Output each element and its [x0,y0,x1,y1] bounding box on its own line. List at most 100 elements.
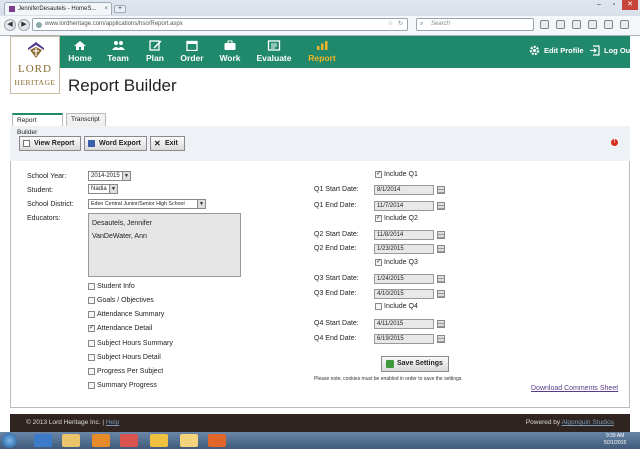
calendar-icon[interactable] [437,290,445,298]
educators-list[interactable]: Desautels, Jennifer VanDeWater, Ann [88,213,241,277]
minimize-icon[interactable]: – [592,0,606,10]
q2-end-date-input[interactable]: 1/23/2015 [374,244,434,254]
help-link[interactable]: Help [106,419,119,426]
page-footer: © 2013 Lord Heritage Inc. | Help Powered… [10,414,630,432]
internet-explorer-icon[interactable] [34,434,52,447]
info-icon[interactable]: ! [611,139,618,146]
lord-heritage-logo[interactable]: LORD HERITAGE [10,36,60,94]
back-icon[interactable]: ◀ [4,19,16,31]
messenger-icon[interactable] [150,434,168,447]
attendance-summary-checkbox[interactable] [88,311,95,318]
log-out-label: Log Out [604,46,633,55]
school-year-label: School Year: [27,173,67,180]
include-q2-checkbox[interactable]: ✓ [375,215,382,222]
file-explorer-icon[interactable] [62,434,80,447]
attendance-detail-checkbox[interactable]: ✓ [88,325,95,332]
q1-end-date-input[interactable]: 11/7/2014 [374,201,434,211]
word-export-button[interactable]: Word Export [84,136,147,151]
summary-progress-checkbox[interactable] [88,382,95,389]
student-select[interactable]: Nadia ▼ [88,184,118,194]
folder-icon[interactable] [180,434,198,447]
share-icon[interactable] [604,20,613,29]
tab-report-builder[interactable]: Report Builder [12,113,63,136]
q4-end-date-input[interactable]: 6/19/2015 [374,334,434,344]
calendar-icon[interactable] [437,320,445,328]
menu-icon[interactable] [620,20,629,29]
q4-end-label: Q4 End Date: [314,335,357,342]
close-window-icon[interactable]: ✕ [622,0,638,10]
search-input[interactable]: ⌕ Search [416,18,534,31]
document-icon [23,140,30,147]
logo-text-lord: LORD [18,63,52,75]
maximize-icon[interactable]: ▫ [607,0,621,10]
calendar-icon[interactable] [437,231,445,239]
word-export-label: Word Export [99,140,141,147]
media-player-icon[interactable] [92,434,110,447]
download-comments-sheet-link[interactable]: Download Comments Sheet [531,385,618,392]
exit-label: Exit [165,140,178,147]
team-icon [112,41,125,50]
edit-profile-link[interactable]: Edit Profile [529,45,584,56]
q2-start-date-input[interactable]: 11/8/2014 [374,230,434,240]
calendar-icon[interactable] [437,186,445,194]
student-info-checkbox[interactable] [88,283,95,290]
new-tab-button[interactable]: + [114,5,126,13]
home-icon [74,41,86,50]
chrome-icon[interactable] [120,434,138,447]
forward-icon[interactable]: ▶ [18,19,30,31]
school-year-select[interactable]: 2014-2015 ▼ [88,171,131,181]
refresh-icon[interactable]: ↻ [398,19,403,30]
url-bar[interactable]: www.lordheritage.com/applications/hso/Re… [32,18,408,31]
log-out-icon [590,45,600,56]
subject-hours-detail-checkbox[interactable] [88,354,95,361]
calendar-icon[interactable] [437,245,445,253]
calendar-icon[interactable] [437,202,445,210]
start-button-icon[interactable] [2,433,17,448]
include-q3-checkbox[interactable]: ✓ [375,259,382,266]
nav-home[interactable]: Home [66,36,94,68]
bookmarks-star-icon[interactable] [540,20,549,29]
progress-per-subject-checkbox[interactable] [88,368,95,375]
q1-start-date-input[interactable]: 8/1/2014 [374,185,434,195]
goals-objectives-checkbox[interactable] [88,297,95,304]
close-tab-icon[interactable]: × [104,6,108,12]
q4-start-label: Q4 Start Date: [314,320,359,327]
windows-taskbar: 9:39 AM 5/31/2015 [0,432,640,449]
copyright-text: © 2013 Lord Heritage Inc. [26,419,101,426]
nav-work[interactable]: Work [216,36,244,68]
calendar-icon[interactable] [437,335,445,343]
view-report-button[interactable]: View Report [19,136,81,151]
include-q1-checkbox[interactable]: ✓ [375,171,382,178]
nav-team[interactable]: Team [104,36,132,68]
subject-hours-detail-label: Subject Hours Detail [97,354,161,361]
algonquin-studios-link[interactable]: Algonquin Studios [562,419,614,426]
educator-item[interactable]: VanDeWater, Ann [92,230,237,243]
tab-transcript[interactable]: Transcript [66,113,106,126]
bookmark-star-icon[interactable]: ☆ [388,19,393,30]
calendar-icon[interactable] [437,275,445,283]
include-q4-label: Include Q4 [384,303,418,310]
subject-hours-summary-checkbox[interactable] [88,340,95,347]
download-icon[interactable] [572,20,581,29]
log-out-link[interactable]: Log Out [589,45,633,56]
nav-order[interactable]: Order [178,36,206,68]
home-browser-icon[interactable] [588,20,597,29]
system-clock[interactable]: 9:39 AM 5/31/2015 [604,433,626,447]
crest-icon [28,42,44,58]
school-district-select[interactable]: Eden Central Junior/Senior High School ▼ [88,199,206,209]
q3-start-date-input[interactable]: 1/24/2015 [374,274,434,284]
nav-plan[interactable]: Plan [142,36,168,68]
q3-end-label: Q3 End Date: [314,290,357,297]
nav-report[interactable]: Report [306,36,338,68]
exit-button[interactable]: ✕ Exit [150,136,185,151]
save-settings-button[interactable]: Save Settings [381,356,449,372]
include-q4-checkbox[interactable] [375,303,382,310]
bookmarks-list-icon[interactable] [556,20,565,29]
nav-evaluate[interactable]: Evaluate [254,36,294,68]
browser-tab[interactable]: JenniferDesautels - HomeS... × [4,2,112,15]
q4-start-date-input[interactable]: 4/11/2015 [374,319,434,329]
educator-item[interactable]: Desautels, Jennifer [92,217,237,230]
q3-end-date-input[interactable]: 4/10/2015 [374,289,434,299]
firefox-icon[interactable] [208,434,226,447]
attendance-detail-label: Attendance Detail [97,325,153,332]
